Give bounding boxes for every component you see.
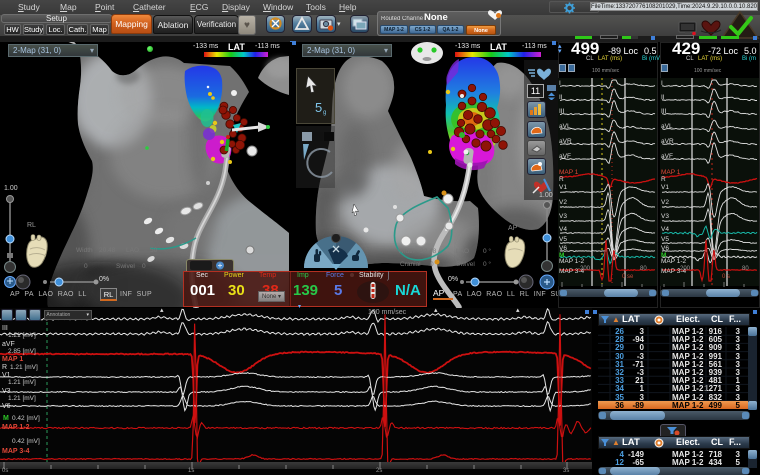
svg-text:LAO: LAO xyxy=(126,247,139,254)
svg-text:Width: Width xyxy=(76,247,93,254)
svg-text:0: 0 xyxy=(142,263,146,270)
svg-text:5: 5 xyxy=(315,100,322,115)
svg-text:0: 0 xyxy=(430,261,434,268)
svg-text:0 °: 0 ° xyxy=(483,260,491,268)
svg-text:Swivel: Swivel xyxy=(116,263,135,270)
svg-text:20.48: 20.48 xyxy=(99,247,116,254)
svg-text:LAO: LAO xyxy=(456,248,469,255)
svg-text:Width: Width xyxy=(398,248,415,255)
svg-text:50: 50 xyxy=(150,247,158,254)
svg-text:Cranial: Cranial xyxy=(400,261,421,268)
svg-text:20.48: 20.48 xyxy=(420,248,437,255)
svg-text:Swivel: Swivel xyxy=(456,261,475,268)
svg-text:g: g xyxy=(323,110,326,116)
svg-text:0 °: 0 ° xyxy=(483,247,491,255)
svg-text:0: 0 xyxy=(84,263,88,270)
